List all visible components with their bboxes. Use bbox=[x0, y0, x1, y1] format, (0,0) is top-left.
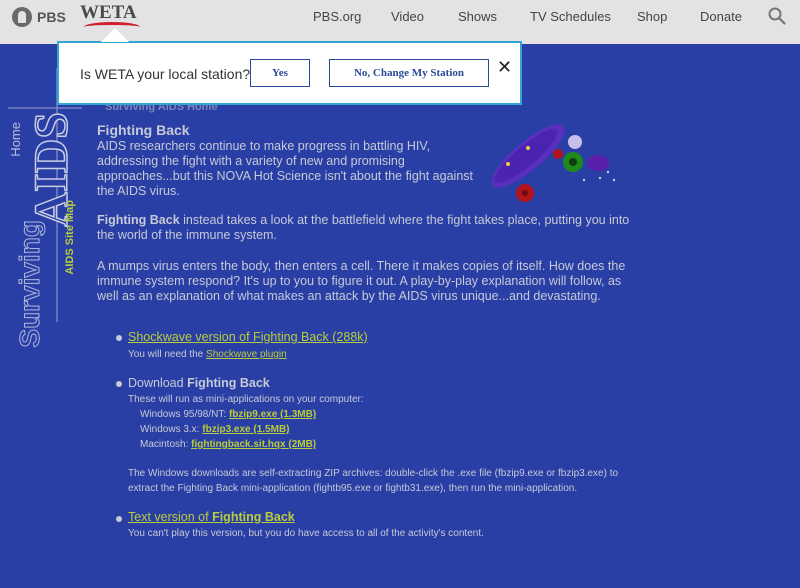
mac-download-link[interactable]: fightingback.sit.hqx (2MB) bbox=[191, 439, 316, 450]
bullet bbox=[116, 516, 122, 522]
change-station-button[interactable]: No, Change My Station bbox=[329, 59, 489, 87]
mac-row: Macintosh: fightingback.sit.hqx (2MB) bbox=[140, 439, 316, 450]
fighting-back-bold: Fighting Back bbox=[97, 213, 180, 227]
pbs-logo-text: PBS bbox=[37, 9, 66, 25]
sidebar-home-link[interactable]: Home bbox=[8, 122, 23, 157]
sidebar-surviving-text: Surviving bbox=[14, 220, 46, 349]
pbs-logo[interactable]: PBS bbox=[12, 7, 66, 27]
mumps-paragraph: A mumps virus enters the body, then ente… bbox=[97, 259, 626, 303]
win3-download-link[interactable]: fbzip3.exe (1.5MB) bbox=[202, 424, 289, 435]
close-icon[interactable]: ✕ bbox=[497, 57, 512, 78]
win95-row: Windows 95/98/NT: fbzip9.exe (1.3MB) bbox=[140, 409, 316, 420]
nav-pbs-org[interactable]: PBS.org bbox=[313, 9, 361, 24]
nav-video[interactable]: Video bbox=[391, 9, 424, 24]
mac-label: Macintosh: bbox=[140, 439, 192, 450]
weta-logo[interactable]: WETA bbox=[80, 2, 137, 24]
text-version-bold: Fighting Back bbox=[212, 510, 295, 524]
popup-question: Is WETA your local station? bbox=[80, 66, 251, 82]
battlefield-paragraph: Fighting Back instead takes a look at th… bbox=[97, 213, 637, 243]
text-version-link[interactable]: Text version of Fighting Back bbox=[128, 510, 295, 524]
download-prefix: Download bbox=[128, 376, 188, 390]
search-icon[interactable] bbox=[768, 7, 786, 25]
yes-button[interactable]: Yes bbox=[250, 59, 310, 87]
intro-paragraph: AIDS researchers continue to make progre… bbox=[97, 139, 473, 198]
nav-shop[interactable]: Shop bbox=[637, 9, 667, 24]
win3-row: Windows 3.x: fbzip3.exe (1.5MB) bbox=[140, 424, 290, 435]
local-station-popup: Is WETA your local station? Yes No, Chan… bbox=[57, 41, 522, 105]
zip-note-line-1: The Windows downloads are self-extractin… bbox=[128, 468, 619, 479]
win95-download-link[interactable]: fbzip9.exe (1.3MB) bbox=[229, 409, 316, 420]
win95-label: Windows 95/98/NT: bbox=[140, 409, 229, 420]
sidebar-site-map-link[interactable]: AIDS Site Map bbox=[64, 200, 76, 275]
download-heading: Download Fighting Back bbox=[128, 376, 270, 390]
bullet bbox=[116, 335, 122, 341]
shockwave-plugin-link[interactable]: Shockwave plugin bbox=[206, 349, 287, 360]
page-title: Fighting Back bbox=[97, 122, 190, 138]
text-version-note: You can't play this version, but you do … bbox=[128, 528, 484, 539]
win3-label: Windows 3.x: bbox=[140, 424, 203, 435]
shockwave-note-text: You will need the bbox=[128, 349, 207, 360]
zip-note-line-2: extract the Fighting Back mini-applicati… bbox=[128, 483, 578, 494]
download-bold: Fighting Back bbox=[187, 376, 270, 390]
pbs-head-icon bbox=[12, 7, 32, 27]
text-version-prefix: Text version of bbox=[128, 510, 213, 524]
bullet bbox=[116, 381, 122, 387]
shockwave-note: You will need the Shockwave plugin bbox=[128, 349, 287, 360]
immune-cells-illustration bbox=[491, 124, 616, 202]
download-note: These will run as mini-applications on y… bbox=[128, 394, 364, 405]
nav-shows[interactable]: Shows bbox=[458, 9, 497, 24]
shockwave-version-link[interactable]: Shockwave version of Fighting Back (288k… bbox=[128, 330, 368, 344]
nav-donate[interactable]: Donate bbox=[700, 9, 742, 24]
popup-pointer bbox=[101, 28, 129, 42]
nav-tv-schedules[interactable]: TV Schedules bbox=[530, 9, 611, 24]
